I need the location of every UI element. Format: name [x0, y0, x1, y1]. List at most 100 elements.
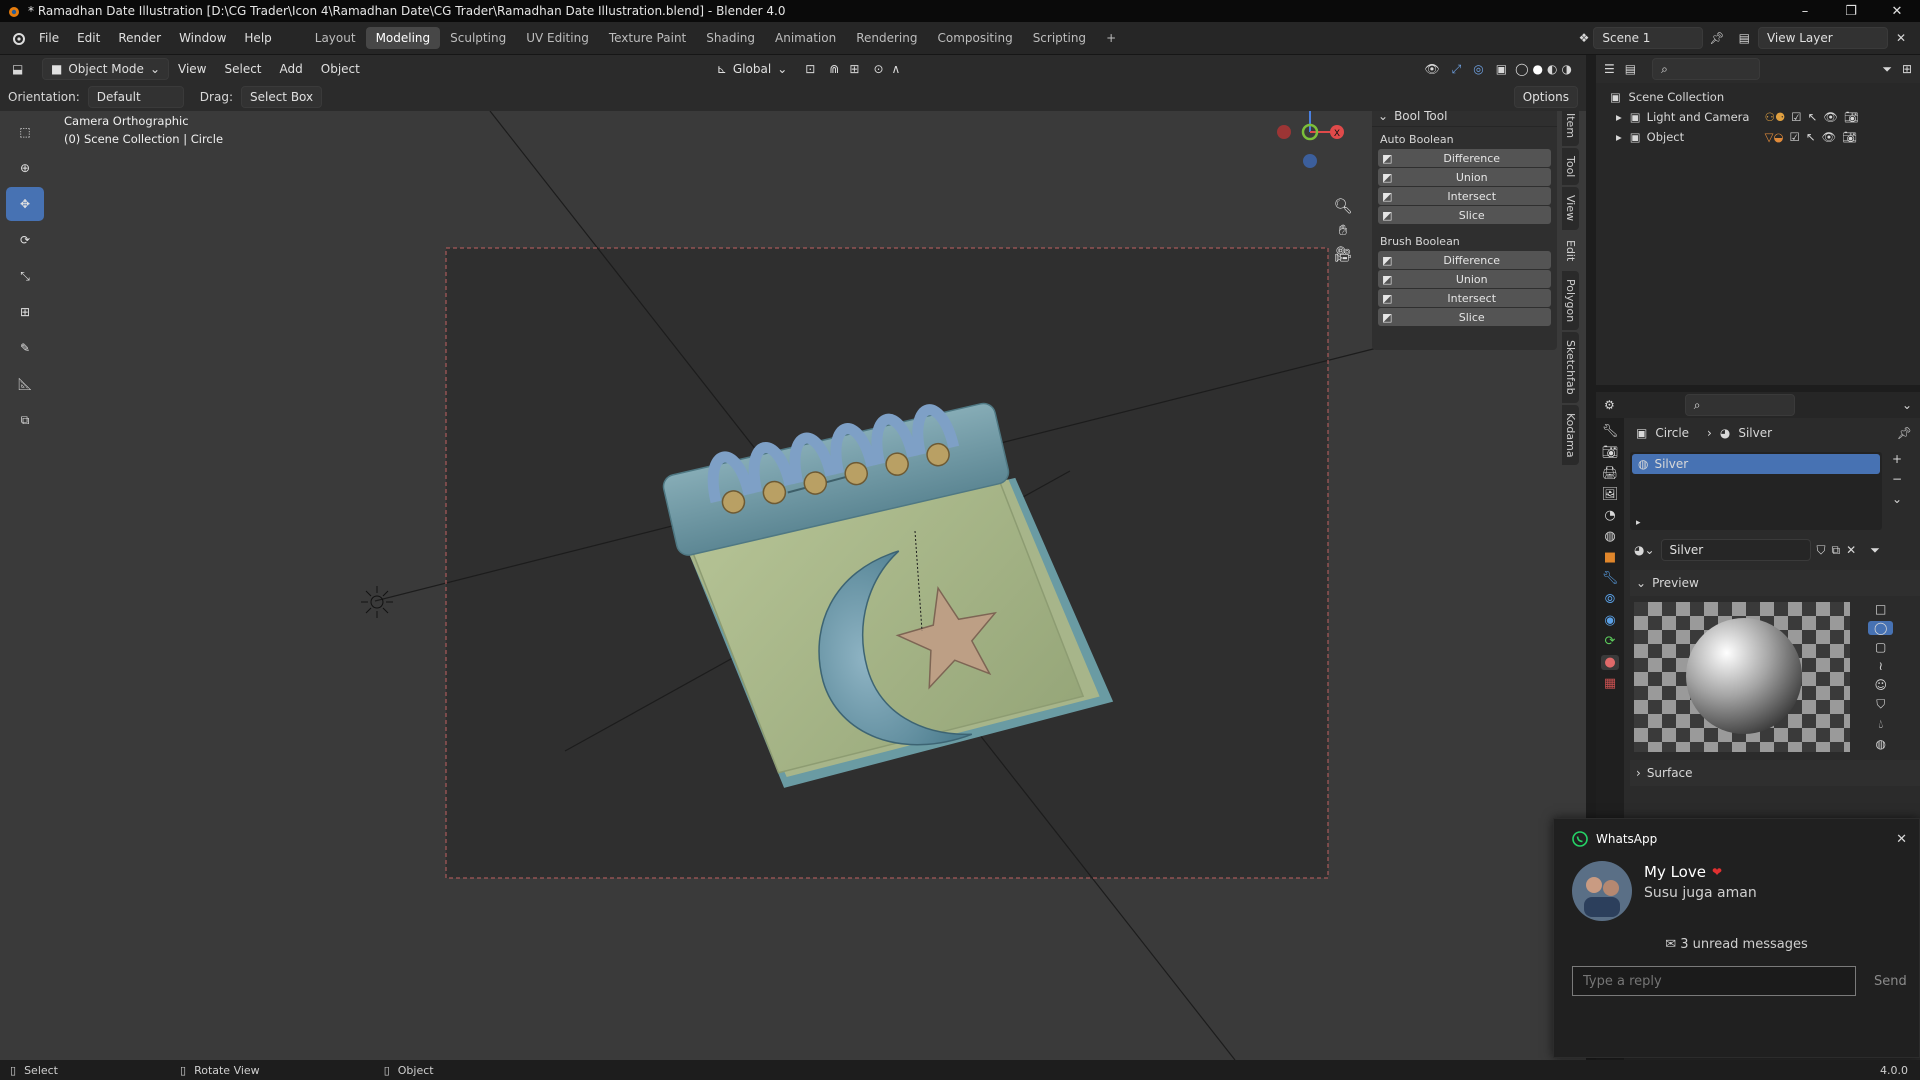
properties-search-input[interactable]: ⌕ — [1684, 394, 1795, 416]
auto-difference-button[interactable]: ◩ Difference — [1378, 149, 1551, 167]
scene-tab-icon[interactable]: ◔ — [1604, 508, 1615, 523]
pan-hand-icon[interactable]: ✋︎ — [1332, 218, 1354, 242]
filter-icon[interactable]: ⏷ — [1882, 62, 1892, 77]
menu-help[interactable]: Help — [235, 22, 280, 55]
preview-fluid-icon[interactable]: 💧︎ — [1878, 717, 1883, 732]
proportional-edit-icon[interactable]: ⊙ — [873, 62, 883, 76]
snap-target-icon[interactable]: ⊞ — [849, 62, 859, 76]
tab-scripting[interactable]: Scripting — [1023, 27, 1096, 49]
tab-compositing[interactable]: Compositing — [927, 27, 1022, 49]
viewport-menu-add[interactable]: Add — [271, 53, 312, 86]
shading-rendered-icon[interactable]: ◑ — [1562, 62, 1572, 76]
outliner-editor-icon[interactable]: ☰ — [1604, 62, 1615, 76]
view-layer-tab-icon[interactable]: 🖼︎ — [1602, 487, 1619, 502]
shading-material-icon[interactable]: ◐ — [1547, 62, 1557, 76]
view-layer-selector[interactable]: View Layer — [1757, 27, 1888, 49]
select-arrow-icon[interactable]: ↖ — [1808, 107, 1818, 127]
zoom-icon[interactable]: 🔍︎ — [1332, 194, 1354, 218]
outliner-row-light-and-camera[interactable]: ▸ ▣ Light and Camera ⚇⚈ ☑ ↖ 👁︎ 📷︎ — [1610, 107, 1920, 127]
menu-edit[interactable]: Edit — [68, 22, 109, 55]
tab-layout[interactable]: Layout — [305, 27, 366, 49]
tab-animation[interactable]: Animation — [765, 27, 846, 49]
object-tab-icon[interactable]: ■ — [1604, 550, 1616, 565]
scene-selector[interactable]: Scene 1 — [1593, 27, 1704, 49]
camera-render-icon[interactable]: 📷︎ — [1844, 107, 1859, 127]
brush-union-button[interactable]: ◩ Union — [1378, 270, 1551, 288]
material-slot-row[interactable]: ◍ Silver — [1632, 454, 1880, 474]
cursor-tool[interactable]: ⊕ — [6, 151, 44, 185]
auto-intersect-button[interactable]: ◩ Intersect — [1378, 187, 1551, 205]
options-dropdown[interactable]: Options — [1513, 86, 1578, 108]
notification-close-button[interactable]: ✕ — [1896, 832, 1907, 847]
eye-icon[interactable]: 👁︎ — [1822, 127, 1837, 147]
material-name-field[interactable]: Silver — [1660, 539, 1811, 561]
tab-rendering[interactable]: Rendering — [846, 27, 927, 49]
viewport-menu-select[interactable]: Select — [215, 53, 270, 86]
exclude-checkbox[interactable]: ☑ — [1791, 107, 1801, 127]
scale-tool[interactable]: ⤡ — [6, 259, 44, 293]
3d-viewport[interactable]: Camera Orthographic (0) Scene Collection… — [0, 111, 1586, 1060]
tab-sculpting[interactable]: Sculpting — [440, 27, 516, 49]
fake-user-icon[interactable]: ⛉ — [1817, 543, 1826, 558]
select-arrow-icon[interactable]: ↖ — [1806, 127, 1816, 147]
new-collection-icon[interactable]: ⊞ — [1902, 62, 1912, 76]
viewport-menu-object[interactable]: Object — [312, 53, 369, 86]
pin-icon[interactable]: 📌︎ — [1709, 31, 1724, 45]
camera-view-icon[interactable]: 🎥︎ — [1332, 242, 1354, 266]
sidebar-tab-sketchfab[interactable]: Sketchfab — [1562, 332, 1579, 403]
move-tool[interactable]: ✥ — [6, 187, 44, 221]
transform-tool[interactable]: ⊞ — [6, 295, 44, 329]
close-window-button[interactable]: ✕ — [1874, 4, 1920, 19]
duplicate-material-icon[interactable]: ⧉ — [1832, 543, 1841, 558]
pin-icon[interactable]: 📌︎ — [1897, 426, 1912, 440]
chevron-down-icon[interactable]: ⌄ — [1902, 398, 1912, 412]
brush-difference-button[interactable]: ◩ Difference — [1378, 251, 1551, 269]
preview-cloth-icon[interactable]: ⛉ — [1876, 697, 1885, 712]
surface-panel-header[interactable]: › Surface — [1630, 760, 1920, 786]
node-filter-icon[interactable]: ⏷ — [1870, 543, 1880, 558]
sidebar-tab-view[interactable]: View — [1562, 187, 1579, 230]
maximize-button[interactable]: ❐ — [1828, 4, 1874, 19]
chevron-down-icon[interactable]: ⌄ — [1892, 492, 1902, 506]
menu-file[interactable]: File — [30, 22, 68, 55]
visibility-icon[interactable]: 👁︎ — [1424, 62, 1439, 76]
add-cube-tool[interactable]: ⧉ — [6, 403, 44, 437]
tool-tab-icon[interactable]: 🔧︎ — [1602, 424, 1619, 439]
world-tab-icon[interactable]: ◍ — [1604, 529, 1615, 544]
preview-cube-icon[interactable]: ▢ — [1875, 640, 1886, 654]
material-browse-icon[interactable]: ◕⌄ — [1634, 543, 1655, 557]
reply-input[interactable] — [1572, 966, 1856, 996]
editor-type-icon[interactable]: ⬓ — [12, 62, 32, 76]
preview-panel-header[interactable]: ⌄ Preview — [1630, 570, 1920, 596]
eye-icon[interactable]: 👁︎ — [1823, 107, 1838, 127]
blender-menu-icon[interactable] — [10, 30, 26, 46]
material-tab-icon[interactable]: ● — [1601, 655, 1619, 670]
preview-hair-icon[interactable]: ≀ — [1878, 659, 1883, 673]
preview-sphere-icon[interactable]: ◯ — [1868, 621, 1894, 635]
expand-arrow-icon[interactable]: ▸ — [1616, 127, 1622, 147]
send-button[interactable]: Send — [1874, 974, 1907, 989]
menu-window[interactable]: Window — [170, 22, 235, 55]
transform-orientation-selector[interactable]: ⊾ Global ⌄ — [709, 58, 795, 80]
remove-slot-icon[interactable]: − — [1892, 472, 1902, 486]
measure-tool[interactable]: 📐︎ — [6, 367, 44, 401]
xray-icon[interactable]: ▣ — [1496, 62, 1507, 76]
preview-flat-icon[interactable]: □ — [1875, 602, 1886, 616]
expand-arrow-icon[interactable]: ▸ — [1616, 107, 1622, 127]
annotate-tool[interactable]: ✎ — [6, 331, 44, 365]
pivot-point-icon[interactable]: ⊡ — [805, 62, 815, 76]
preview-monkey-icon[interactable]: ☺ — [1874, 678, 1887, 692]
rotate-tool[interactable]: ⟳ — [6, 223, 44, 257]
brush-intersect-button[interactable]: ◩ Intersect — [1378, 289, 1551, 307]
render-tab-icon[interactable]: 📷︎ — [1602, 445, 1619, 460]
outliner-search-input[interactable]: ⌕ — [1652, 58, 1761, 80]
snap-icon[interactable]: ⋒ — [829, 62, 839, 76]
drag-dropdown[interactable]: Select Box — [240, 86, 323, 108]
sidebar-tab-kodama[interactable]: Kodama — [1562, 404, 1579, 466]
output-tab-icon[interactable]: 🖨︎ — [1602, 466, 1619, 481]
tab-modeling[interactable]: Modeling — [365, 27, 441, 49]
camera-render-icon[interactable]: 📷︎ — [1842, 127, 1857, 147]
viewport-menu-view[interactable]: View — [169, 53, 215, 86]
brush-slice-button[interactable]: ◩ Slice — [1378, 308, 1551, 326]
display-mode-icon[interactable]: ▤ — [1625, 62, 1636, 76]
